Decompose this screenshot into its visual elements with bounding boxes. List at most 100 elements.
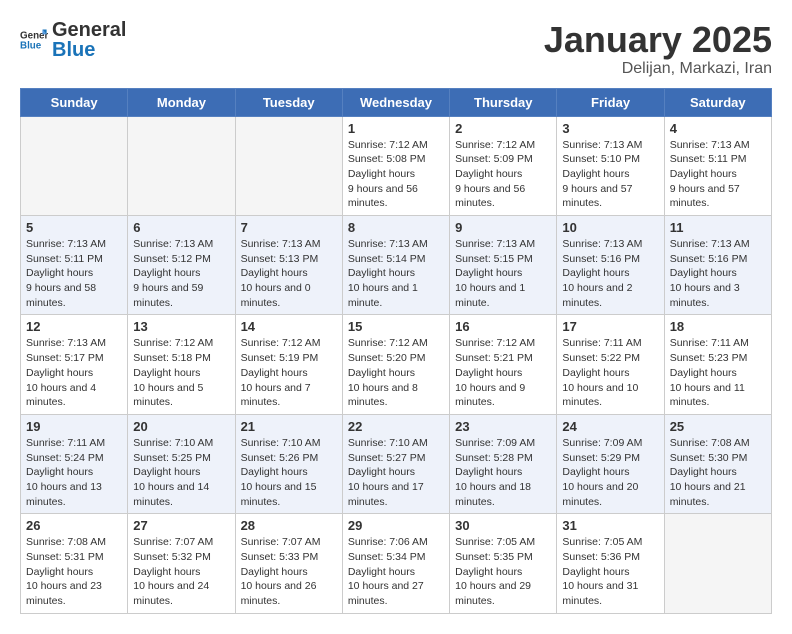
day-info: Sunrise: 7:05 AMSunset: 5:35 PMDaylight … bbox=[455, 535, 551, 608]
weekday-header-saturday: Saturday bbox=[664, 88, 771, 116]
weekday-header-sunday: Sunday bbox=[21, 88, 128, 116]
day-info: Sunrise: 7:12 AMSunset: 5:08 PMDaylight … bbox=[348, 138, 444, 211]
calendar-cell: 13 Sunrise: 7:12 AMSunset: 5:18 PMDayligh… bbox=[128, 315, 235, 414]
logo-general: General bbox=[52, 19, 126, 41]
day-number: 12 bbox=[26, 319, 122, 334]
calendar-week-5: 26 Sunrise: 7:08 AMSunset: 5:31 PMDayligh… bbox=[21, 514, 772, 613]
page-header: General Blue General Blue January 2025 D… bbox=[20, 20, 772, 78]
logo-icon: General Blue bbox=[20, 26, 48, 54]
calendar-body: 1Sunrise: 7:12 AMSunset: 5:08 PMDaylight… bbox=[21, 116, 772, 613]
day-number: 5 bbox=[26, 220, 122, 235]
day-info: Sunrise: 7:07 AMSunset: 5:33 PMDaylight … bbox=[241, 535, 337, 608]
calendar-cell: 1Sunrise: 7:12 AMSunset: 5:08 PMDaylight… bbox=[342, 116, 449, 215]
calendar-cell: 10 Sunrise: 7:13 AMSunset: 5:16 PMDayligh… bbox=[557, 216, 664, 315]
day-number: 10 bbox=[562, 220, 658, 235]
calendar-cell: 27 Sunrise: 7:07 AMSunset: 5:32 PMDayligh… bbox=[128, 514, 235, 613]
weekday-header-friday: Friday bbox=[557, 88, 664, 116]
calendar-cell bbox=[664, 514, 771, 613]
calendar-cell: 12 Sunrise: 7:13 AMSunset: 5:17 PMDayligh… bbox=[21, 315, 128, 414]
weekday-header-row: SundayMondayTuesdayWednesdayThursdayFrid… bbox=[21, 88, 772, 116]
day-info: Sunrise: 7:13 AMSunset: 5:12 PMDaylight … bbox=[133, 237, 229, 310]
calendar-cell: 2Sunrise: 7:12 AMSunset: 5:09 PMDaylight… bbox=[450, 116, 557, 215]
weekday-header-wednesday: Wednesday bbox=[342, 88, 449, 116]
calendar-table: SundayMondayTuesdayWednesdayThursdayFrid… bbox=[20, 88, 772, 614]
calendar-cell: 25 Sunrise: 7:08 AMSunset: 5:30 PMDayligh… bbox=[664, 414, 771, 513]
calendar-week-2: 5 Sunrise: 7:13 AMSunset: 5:11 PMDaylight… bbox=[21, 216, 772, 315]
calendar-cell: 28 Sunrise: 7:07 AMSunset: 5:33 PMDayligh… bbox=[235, 514, 342, 613]
calendar-cell: 11 Sunrise: 7:13 AMSunset: 5:16 PMDayligh… bbox=[664, 216, 771, 315]
day-info: Sunrise: 7:10 AMSunset: 5:25 PMDaylight … bbox=[133, 436, 229, 509]
calendar-cell: 26 Sunrise: 7:08 AMSunset: 5:31 PMDayligh… bbox=[21, 514, 128, 613]
logo-blue: Blue bbox=[52, 40, 126, 60]
logo: General Blue General Blue bbox=[20, 20, 126, 60]
day-number: 17 bbox=[562, 319, 658, 334]
day-number: 11 bbox=[670, 220, 766, 235]
day-info: Sunrise: 7:12 AMSunset: 5:18 PMDaylight … bbox=[133, 336, 229, 409]
day-number: 27 bbox=[133, 518, 229, 533]
calendar-cell bbox=[21, 116, 128, 215]
day-number: 22 bbox=[348, 419, 444, 434]
calendar-cell: 4Sunrise: 7:13 AMSunset: 5:11 PMDaylight… bbox=[664, 116, 771, 215]
day-info: Sunrise: 7:13 AMSunset: 5:16 PMDaylight … bbox=[670, 237, 766, 310]
day-info: Sunrise: 7:10 AMSunset: 5:27 PMDaylight … bbox=[348, 436, 444, 509]
day-number: 30 bbox=[455, 518, 551, 533]
calendar-cell: 30 Sunrise: 7:05 AMSunset: 5:35 PMDayligh… bbox=[450, 514, 557, 613]
location-subtitle: Delijan, Markazi, Iran bbox=[544, 60, 772, 78]
day-number: 19 bbox=[26, 419, 122, 434]
day-number: 25 bbox=[670, 419, 766, 434]
day-number: 24 bbox=[562, 419, 658, 434]
day-info: Sunrise: 7:07 AMSunset: 5:32 PMDaylight … bbox=[133, 535, 229, 608]
day-info: Sunrise: 7:13 AMSunset: 5:11 PMDaylight … bbox=[26, 237, 122, 310]
calendar-cell: 7 Sunrise: 7:13 AMSunset: 5:13 PMDaylight… bbox=[235, 216, 342, 315]
day-info: Sunrise: 7:13 AMSunset: 5:13 PMDaylight … bbox=[241, 237, 337, 310]
day-info: Sunrise: 7:11 AMSunset: 5:23 PMDaylight … bbox=[670, 336, 766, 409]
day-info: Sunrise: 7:06 AMSunset: 5:34 PMDaylight … bbox=[348, 535, 444, 608]
day-number: 3 bbox=[562, 121, 658, 136]
calendar-cell: 29 Sunrise: 7:06 AMSunset: 5:34 PMDayligh… bbox=[342, 514, 449, 613]
day-number: 15 bbox=[348, 319, 444, 334]
day-info: Sunrise: 7:13 AMSunset: 5:10 PMDaylight … bbox=[562, 138, 658, 211]
calendar-cell: 6Sunrise: 7:13 AMSunset: 5:12 PMDaylight… bbox=[128, 216, 235, 315]
day-info: Sunrise: 7:10 AMSunset: 5:26 PMDaylight … bbox=[241, 436, 337, 509]
day-number: 28 bbox=[241, 518, 337, 533]
weekday-header-thursday: Thursday bbox=[450, 88, 557, 116]
calendar-cell: 24Sunrise: 7:09 AMSunset: 5:29 PMDayligh… bbox=[557, 414, 664, 513]
calendar-cell: 31 Sunrise: 7:05 AMSunset: 5:36 PMDayligh… bbox=[557, 514, 664, 613]
day-info: Sunrise: 7:13 AMSunset: 5:15 PMDaylight … bbox=[455, 237, 551, 310]
calendar-cell: 18Sunrise: 7:11 AMSunset: 5:23 PMDayligh… bbox=[664, 315, 771, 414]
calendar-cell: 14Sunrise: 7:12 AMSunset: 5:19 PMDayligh… bbox=[235, 315, 342, 414]
day-number: 16 bbox=[455, 319, 551, 334]
day-info: Sunrise: 7:05 AMSunset: 5:36 PMDaylight … bbox=[562, 535, 658, 608]
day-info: Sunrise: 7:13 AMSunset: 5:17 PMDaylight … bbox=[26, 336, 122, 409]
day-number: 23 bbox=[455, 419, 551, 434]
day-info: Sunrise: 7:12 AMSunset: 5:09 PMDaylight … bbox=[455, 138, 551, 211]
day-number: 29 bbox=[348, 518, 444, 533]
day-info: Sunrise: 7:08 AMSunset: 5:30 PMDaylight … bbox=[670, 436, 766, 509]
calendar-cell: 15Sunrise: 7:12 AMSunset: 5:20 PMDayligh… bbox=[342, 315, 449, 414]
day-info: Sunrise: 7:12 AMSunset: 5:21 PMDaylight … bbox=[455, 336, 551, 409]
day-number: 31 bbox=[562, 518, 658, 533]
day-info: Sunrise: 7:13 AMSunset: 5:11 PMDaylight … bbox=[670, 138, 766, 211]
day-info: Sunrise: 7:08 AMSunset: 5:31 PMDaylight … bbox=[26, 535, 122, 608]
calendar-cell: 16 Sunrise: 7:12 AMSunset: 5:21 PMDayligh… bbox=[450, 315, 557, 414]
calendar-cell: 22 Sunrise: 7:10 AMSunset: 5:27 PMDayligh… bbox=[342, 414, 449, 513]
calendar-cell: 5 Sunrise: 7:13 AMSunset: 5:11 PMDaylight… bbox=[21, 216, 128, 315]
svg-text:Blue: Blue bbox=[20, 40, 42, 51]
day-info: Sunrise: 7:13 AMSunset: 5:16 PMDaylight … bbox=[562, 237, 658, 310]
weekday-header-monday: Monday bbox=[128, 88, 235, 116]
calendar-cell: 21 Sunrise: 7:10 AMSunset: 5:26 PMDayligh… bbox=[235, 414, 342, 513]
weekday-header-tuesday: Tuesday bbox=[235, 88, 342, 116]
calendar-cell: 20Sunrise: 7:10 AMSunset: 5:25 PMDayligh… bbox=[128, 414, 235, 513]
day-number: 26 bbox=[26, 518, 122, 533]
calendar-cell: 8Sunrise: 7:13 AMSunset: 5:14 PMDaylight… bbox=[342, 216, 449, 315]
calendar-cell: 23Sunrise: 7:09 AMSunset: 5:28 PMDayligh… bbox=[450, 414, 557, 513]
calendar-cell bbox=[235, 116, 342, 215]
day-number: 9 bbox=[455, 220, 551, 235]
day-number: 21 bbox=[241, 419, 337, 434]
calendar-week-3: 12 Sunrise: 7:13 AMSunset: 5:17 PMDayligh… bbox=[21, 315, 772, 414]
calendar-cell: 17Sunrise: 7:11 AMSunset: 5:22 PMDayligh… bbox=[557, 315, 664, 414]
calendar-cell: 9 Sunrise: 7:13 AMSunset: 5:15 PMDaylight… bbox=[450, 216, 557, 315]
day-number: 13 bbox=[133, 319, 229, 334]
title-block: January 2025 Delijan, Markazi, Iran bbox=[544, 20, 772, 78]
day-number: 7 bbox=[241, 220, 337, 235]
